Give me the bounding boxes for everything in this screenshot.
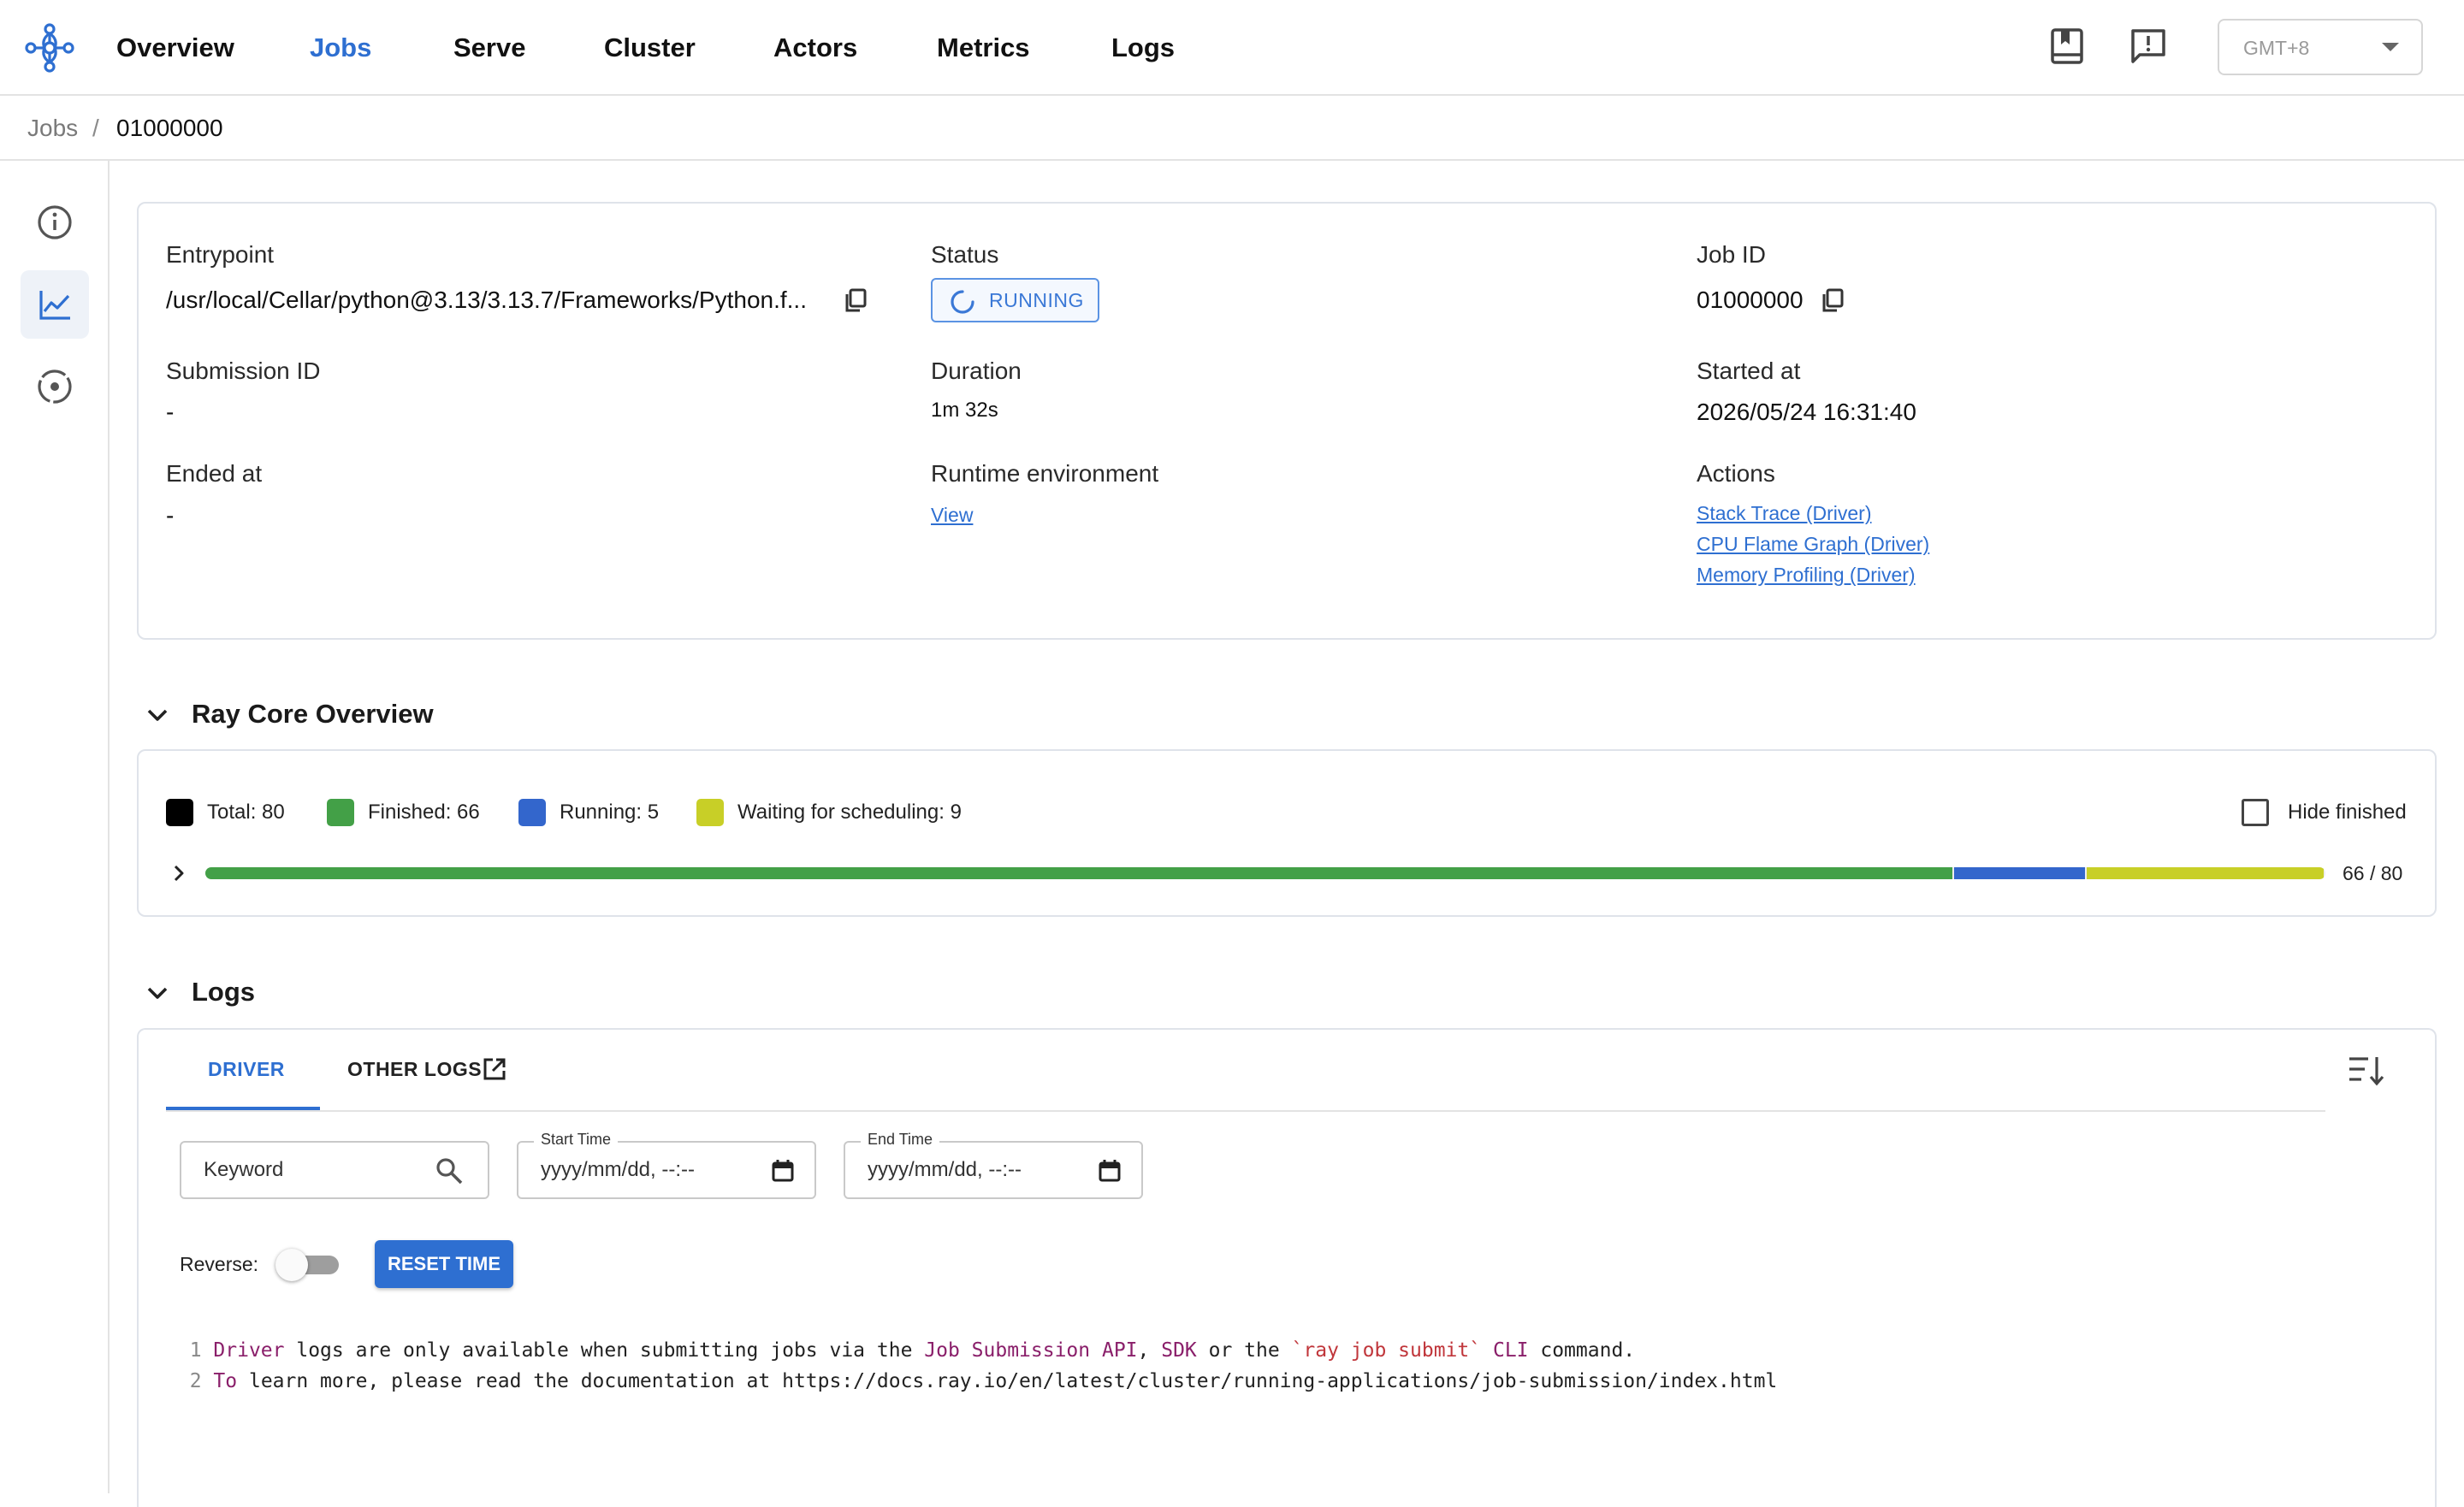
docs-icon[interactable] — [2046, 26, 2088, 67]
legend-waiting-swatch — [696, 799, 724, 826]
nav-serve[interactable]: Serve — [453, 0, 525, 96]
target-icon — [38, 369, 72, 404]
ended-at-label: Ended at — [166, 460, 263, 487]
side-rail — [0, 161, 110, 1493]
legend-finished-label: Finished: 66 — [368, 801, 480, 824]
duration-label: Duration — [931, 358, 1022, 384]
end-time-value: yyyy/mm/dd, --:-- — [868, 1158, 1022, 1181]
legend-running-swatch — [518, 799, 546, 826]
nav-actors[interactable]: Actors — [773, 0, 857, 96]
breadcrumb: Jobs / 01000000 — [0, 96, 2464, 161]
active-tab-indicator — [166, 1107, 320, 1110]
end-time-field[interactable]: End Time yyyy/mm/dd, --:-- — [844, 1131, 1143, 1199]
log-token-highlight: To — [213, 1370, 238, 1392]
tabs-divider — [166, 1110, 2325, 1112]
breadcrumb-separator: / — [92, 115, 99, 141]
external-link-icon[interactable] — [481, 1055, 508, 1083]
progress-count: 66 / 80 — [2343, 862, 2403, 884]
breadcrumb-jobs[interactable]: Jobs — [27, 96, 78, 161]
task-progress-bar — [205, 867, 2325, 879]
calendar-icon[interactable] — [1095, 1156, 1124, 1185]
chevron-down-icon — [147, 709, 168, 721]
chevron-down-icon — [147, 987, 168, 999]
reset-time-button[interactable]: RESET TIME — [375, 1240, 513, 1288]
info-icon — [38, 205, 72, 239]
tab-driver[interactable]: DRIVER — [208, 1028, 285, 1110]
duration-value: 1m 32s — [931, 399, 998, 422]
job-id-label: Job ID — [1697, 241, 1766, 268]
chart-icon — [39, 291, 70, 320]
entrypoint-value: /usr/local/Cellar/python@3.13/3.13.7/Fra… — [166, 287, 807, 313]
nav-logs[interactable]: Logs — [1111, 0, 1175, 96]
progress-waiting-segment — [2087, 867, 2324, 879]
ray-core-overview-title: Ray Core Overview — [192, 699, 434, 729]
spinner-icon — [951, 290, 974, 314]
chevron-down-icon — [2382, 43, 2399, 51]
started-at-label: Started at — [1697, 358, 1801, 384]
entrypoint-label: Entrypoint — [166, 241, 275, 268]
logs-title: Logs — [192, 977, 256, 1007]
progress-finished-segment — [205, 867, 1952, 879]
submission-id-value: - — [166, 399, 175, 425]
legend-waiting-label: Waiting for scheduling: 9 — [737, 801, 962, 824]
tab-other-logs[interactable]: OTHER LOGS — [347, 1028, 482, 1110]
timezone-select[interactable]: GMT+8 — [2218, 19, 2423, 75]
legend-total-label: Total: 80 — [207, 801, 285, 824]
reverse-toggle-knob — [275, 1249, 308, 1281]
log-token: learn more, please read the documentatio… — [237, 1370, 1778, 1392]
job-id-value: 01000000 — [1697, 287, 1804, 313]
start-time-value: yyyy/mm/dd, --:-- — [541, 1158, 695, 1181]
log-line-text: To learn more, please read the documenta… — [213, 1370, 1777, 1392]
job-details-card — [137, 202, 2437, 640]
status-label: Status — [931, 241, 999, 268]
ray-core-overview-header[interactable]: Ray Core Overview — [144, 693, 486, 736]
status-value: RUNNING — [989, 289, 1084, 311]
progress-running-segment — [1954, 867, 2085, 879]
submission-id-label: Submission ID — [166, 358, 321, 384]
actions-label: Actions — [1697, 460, 1775, 487]
legend-total-swatch — [166, 799, 193, 826]
top-nav: Overview Jobs Serve Cluster Actors Metri… — [0, 0, 2464, 96]
search-icon[interactable] — [435, 1156, 464, 1185]
timezone-value: GMT+8 — [2243, 37, 2310, 59]
chevron-right-icon[interactable] — [168, 862, 190, 884]
nav-jobs[interactable]: Jobs — [310, 0, 371, 96]
nav-overview[interactable]: Overview — [116, 0, 234, 96]
memory-profiling-link[interactable]: Memory Profiling (Driver) — [1697, 564, 1916, 587]
logs-header[interactable]: Logs — [144, 971, 400, 1014]
rail-chart-button[interactable] — [21, 270, 89, 339]
copy-job-id-icon[interactable] — [1820, 287, 1845, 313]
start-time-field[interactable]: Start Time yyyy/mm/dd, --:-- — [517, 1131, 816, 1199]
started-at-value: 2026/05/24 16:31:40 — [1697, 399, 1916, 425]
feedback-icon[interactable] — [2128, 26, 2169, 67]
rail-target-button[interactable] — [21, 352, 89, 421]
rail-info-button[interactable] — [21, 188, 89, 257]
runtime-env-view-link[interactable]: View — [931, 504, 973, 527]
hide-finished-checkbox[interactable] — [2242, 799, 2269, 826]
legend-finished-swatch — [327, 799, 354, 826]
nav-cluster[interactable]: Cluster — [604, 0, 696, 96]
legend-running-label: Running: 5 — [560, 801, 660, 824]
reverse-label: Reverse: — [180, 1253, 259, 1275]
hide-finished-label[interactable]: Hide finished — [2288, 799, 2407, 826]
stack-trace-link[interactable]: Stack Trace (Driver) — [1697, 502, 1871, 525]
calendar-icon[interactable] — [768, 1156, 797, 1185]
nav-metrics[interactable]: Metrics — [937, 0, 1030, 96]
ended-at-value: - — [166, 502, 175, 529]
status-badge: RUNNING — [931, 278, 1099, 322]
breadcrumb-current: 01000000 — [116, 115, 223, 141]
ray-core-overview-card — [137, 749, 2437, 917]
log-line-number: 2 — [189, 1370, 202, 1392]
cpu-flame-graph-link[interactable]: CPU Flame Graph (Driver) — [1697, 533, 1929, 556]
keyword-search-field[interactable]: Keyword — [180, 1141, 489, 1199]
copy-entrypoint-icon[interactable] — [843, 287, 868, 313]
reverse-toggle[interactable] — [275, 1249, 342, 1281]
keyword-placeholder: Keyword — [204, 1158, 284, 1181]
runtime-env-label: Runtime environment — [931, 460, 1159, 487]
sort-icon[interactable] — [2348, 1054, 2385, 1088]
ray-logo-icon[interactable] — [24, 22, 75, 74]
log-line-2: 2 To learn more, please read the documen… — [166, 1348, 1778, 1392]
